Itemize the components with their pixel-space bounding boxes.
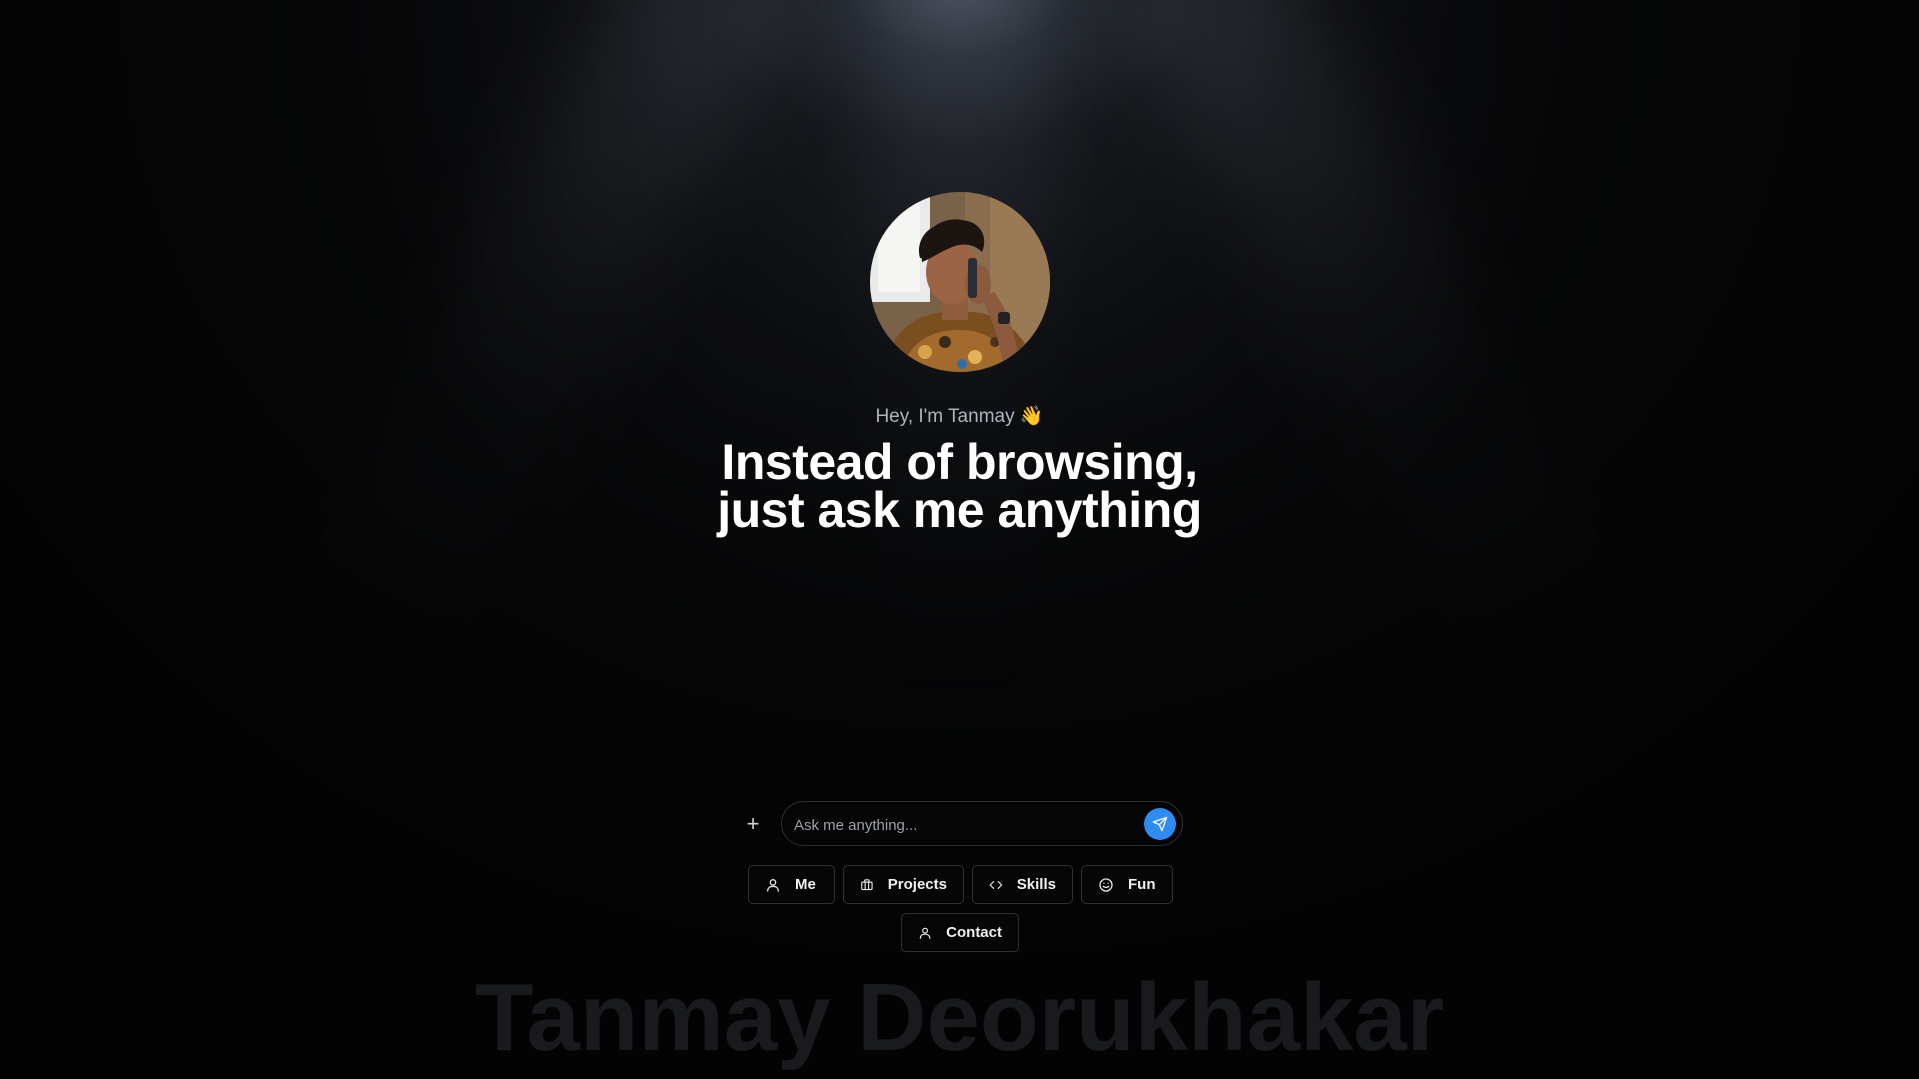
smile-icon (1099, 877, 1113, 892)
send-icon (1152, 816, 1168, 832)
headline-line-2: just ask me anything (717, 482, 1202, 538)
light-beam-right (1119, 0, 1627, 671)
quick-action-label: Projects (887, 876, 947, 893)
code-icon (989, 880, 1003, 889)
quick-action-label: Fun (1128, 876, 1156, 893)
headline-line-1: Instead of browsing, (721, 434, 1198, 490)
quick-action-projects[interactable]: Projects (843, 865, 964, 904)
avatar-photo (870, 192, 1050, 372)
portfolio-page: Hey, I'm Tanmay 👋 Instead of browsing, j… (0, 0, 1919, 1079)
user-icon (767, 878, 779, 892)
quick-action-fun[interactable]: Fun (1081, 865, 1173, 904)
briefcase-icon (861, 878, 873, 890)
add-button[interactable]: + (738, 809, 768, 839)
page-title: Instead of browsing, just ask me anythin… (0, 434, 1919, 538)
greeting-text: Hey, I'm Tanmay 👋 (875, 406, 1044, 427)
avatar (870, 192, 1050, 372)
quick-action-contact[interactable]: Contact (901, 913, 1019, 952)
send-button[interactable] (1144, 808, 1176, 840)
chat-input[interactable] (792, 808, 1126, 842)
quick-action-skills[interactable]: Skills (972, 865, 1073, 904)
quick-action-me[interactable]: Me (748, 865, 835, 904)
quick-action-label: Skills (1016, 876, 1056, 893)
quick-action-label: Contact (946, 924, 1002, 941)
chat-box (781, 801, 1183, 846)
user-icon (919, 927, 931, 939)
name-watermark: Tanmay Deorukhakar (474, 964, 1445, 1071)
light-beam-left (293, 0, 801, 671)
quick-action-label: Me (795, 876, 816, 893)
